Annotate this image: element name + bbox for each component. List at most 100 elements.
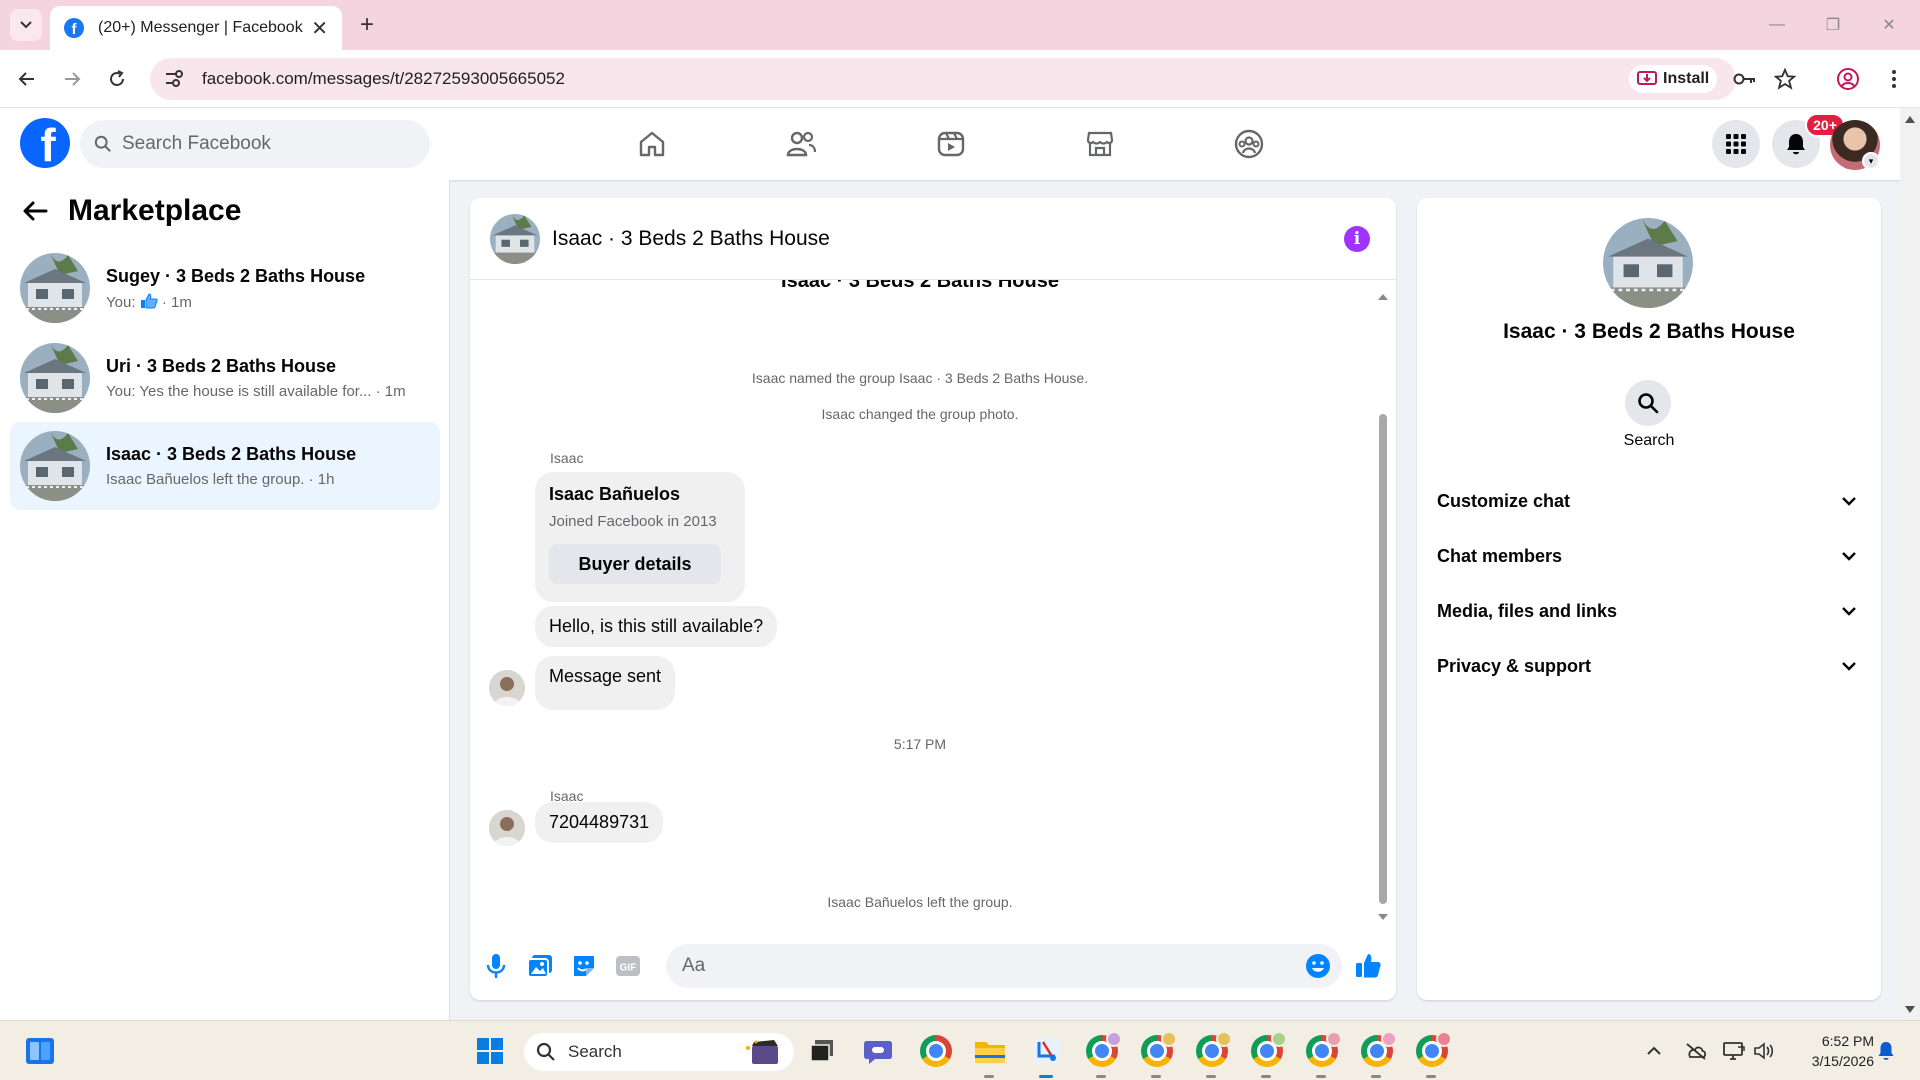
chevron-down-icon[interactable]: ▾ xyxy=(1862,152,1880,170)
notification-bell-icon[interactable] xyxy=(1874,1039,1898,1063)
chrome-profile-1[interactable] xyxy=(1082,1031,1122,1078)
message-placeholder: Aa xyxy=(682,955,706,976)
volume-icon[interactable] xyxy=(1752,1039,1776,1063)
new-tab-button[interactable]: + xyxy=(352,10,382,40)
customize-chat-row[interactable]: Customize chat xyxy=(1437,478,1861,524)
message-bubble[interactable]: Message sent xyxy=(535,656,676,710)
emoji-icon[interactable] xyxy=(1304,952,1332,980)
nav-video[interactable] xyxy=(929,122,973,166)
groups-icon xyxy=(1234,129,1264,159)
message-input[interactable]: Aa xyxy=(666,944,1342,988)
nav-groups[interactable] xyxy=(1227,122,1271,166)
nav-home[interactable] xyxy=(630,122,674,166)
message-composer: GIF Aa xyxy=(470,930,1396,1000)
snipping-tool-icon[interactable] xyxy=(1026,1031,1066,1078)
widgets-icon[interactable] xyxy=(20,1031,60,1071)
chevron-down-icon xyxy=(1842,607,1856,616)
facebook-logo-icon[interactable]: f xyxy=(20,118,70,168)
chat-avatar[interactable] xyxy=(490,213,540,264)
chrome-taskbar-icon[interactable] xyxy=(916,1031,956,1071)
reload-button[interactable] xyxy=(100,62,134,96)
nav-marketplace[interactable] xyxy=(1078,122,1122,166)
message-list[interactable]: Isaac · 3 Beds 2 Baths House Isaac named… xyxy=(470,280,1396,930)
running-indicator xyxy=(1096,1075,1106,1078)
chat-title[interactable]: Isaac · 3 Beds 2 Baths House xyxy=(552,227,830,251)
chrome-profile-5[interactable] xyxy=(1302,1031,1342,1078)
task-view-icon[interactable] xyxy=(802,1031,842,1071)
thumbs-up-send-icon[interactable] xyxy=(1354,952,1382,980)
more-menu-icon[interactable] xyxy=(1880,65,1908,93)
info-icon[interactable]: i xyxy=(1344,226,1370,252)
running-indicator xyxy=(1261,1075,1271,1078)
site-info-icon[interactable] xyxy=(154,59,194,99)
page-scrollbar[interactable] xyxy=(1900,108,1920,1020)
cloud-offline-icon[interactable] xyxy=(1684,1039,1708,1063)
message-bubble[interactable]: 7204489731 xyxy=(535,802,664,843)
forward-button[interactable] xyxy=(55,62,89,96)
back-button[interactable] xyxy=(10,62,44,96)
window-close-button[interactable]: ✕ xyxy=(1874,12,1904,38)
network-icon[interactable] xyxy=(1722,1039,1746,1063)
search-highlight-icon xyxy=(746,1040,778,1064)
windows-taskbar: Search 6:52 PM 3/15/2026 xyxy=(0,1020,1920,1080)
chrome-profile-7[interactable] xyxy=(1412,1031,1452,1078)
sender-avatar[interactable] xyxy=(489,670,525,706)
teams-chat-icon[interactable] xyxy=(858,1031,898,1071)
file-explorer-icon[interactable] xyxy=(970,1031,1010,1078)
chevron-up-icon[interactable] xyxy=(1642,1039,1666,1063)
start-windows-icon[interactable] xyxy=(470,1031,510,1071)
chat-scroll-thumb[interactable] xyxy=(1379,414,1387,904)
house-avatar xyxy=(20,253,90,323)
timestamp: 5:17 PM xyxy=(893,736,947,752)
microphone-icon[interactable] xyxy=(482,952,510,980)
bell-icon xyxy=(1787,134,1805,155)
bookmark-star-icon[interactable] xyxy=(1771,65,1799,93)
address-bar[interactable]: facebook.com/messages/t/2827259300566505… xyxy=(150,58,1736,100)
restore-button[interactable]: ❐ xyxy=(1818,12,1848,38)
browser-tab-active[interactable]: f (20+) Messenger | Facebook ✕ xyxy=(50,6,342,50)
running-indicator xyxy=(1316,1075,1326,1078)
nav-friends[interactable] xyxy=(779,122,823,166)
chrome-profile-4[interactable] xyxy=(1247,1031,1287,1078)
buyer-details-button[interactable]: Buyer details xyxy=(549,544,721,584)
conversation-item-sugey[interactable]: Sugey · 3 Beds 2 Baths House You: · 1m xyxy=(10,244,440,332)
clock-time: 6:52 PM xyxy=(1821,1033,1874,1049)
menu-grid-button[interactable] xyxy=(1712,120,1760,168)
chrome-profile-6[interactable] xyxy=(1357,1031,1397,1078)
privacy-support-row[interactable]: Privacy & support xyxy=(1437,643,1861,689)
conversation-name: Isaac · 3 Beds 2 Baths House xyxy=(106,444,357,464)
url-text: facebook.com/messages/t/2827259300566505… xyxy=(202,69,565,88)
group-photo[interactable] xyxy=(1603,218,1693,308)
sticker-icon[interactable] xyxy=(570,952,598,980)
house-avatar xyxy=(20,431,90,501)
system-clock[interactable]: 6:52 PM 3/15/2026 xyxy=(1790,1031,1874,1071)
facebook-search-input[interactable]: Search Facebook xyxy=(80,120,430,168)
search-in-conversation-button[interactable] xyxy=(1625,380,1671,426)
conversation-item-isaac[interactable]: Isaac · 3 Beds 2 Baths House Isaac Bañue… xyxy=(10,422,440,510)
message-bubble[interactable]: Hello, is this still available? xyxy=(535,606,778,647)
back-arrow-icon[interactable] xyxy=(22,200,48,222)
media-files-links-row[interactable]: Media, files and links xyxy=(1437,588,1861,634)
tab-search-button[interactable] xyxy=(10,9,42,41)
chrome-profile-3[interactable] xyxy=(1192,1031,1232,1078)
chat-members-row[interactable]: Chat members xyxy=(1437,533,1861,579)
gif-icon[interactable]: GIF xyxy=(614,952,642,980)
close-tab-icon[interactable]: ✕ xyxy=(311,16,328,41)
chat-info-panel: Isaac · 3 Beds 2 Baths House Search Cust… xyxy=(1417,198,1881,1000)
chat-scrollbar[interactable] xyxy=(1376,286,1390,928)
video-icon xyxy=(937,131,965,157)
grid-menu-icon xyxy=(1726,134,1746,154)
password-key-icon[interactable] xyxy=(1731,65,1759,93)
thumbs-up-icon xyxy=(140,292,158,308)
chrome-profile-2[interactable] xyxy=(1137,1031,1177,1078)
taskbar-search-input[interactable]: Search xyxy=(524,1033,794,1071)
tab-title: (20+) Messenger | Facebook xyxy=(98,19,303,36)
sender-avatar[interactable] xyxy=(489,810,525,846)
search-icon xyxy=(536,1042,555,1061)
profile-icon[interactable] xyxy=(1834,65,1862,93)
photo-icon[interactable] xyxy=(526,952,554,980)
conversation-preview: Isaac Bañuelos left the group. · 1h xyxy=(106,471,335,488)
conversation-item-uri[interactable]: Uri · 3 Beds 2 Baths House You: Yes the … xyxy=(10,334,440,422)
minimize-button[interactable]: — xyxy=(1762,12,1792,38)
install-app-button[interactable]: Install xyxy=(1629,65,1718,93)
